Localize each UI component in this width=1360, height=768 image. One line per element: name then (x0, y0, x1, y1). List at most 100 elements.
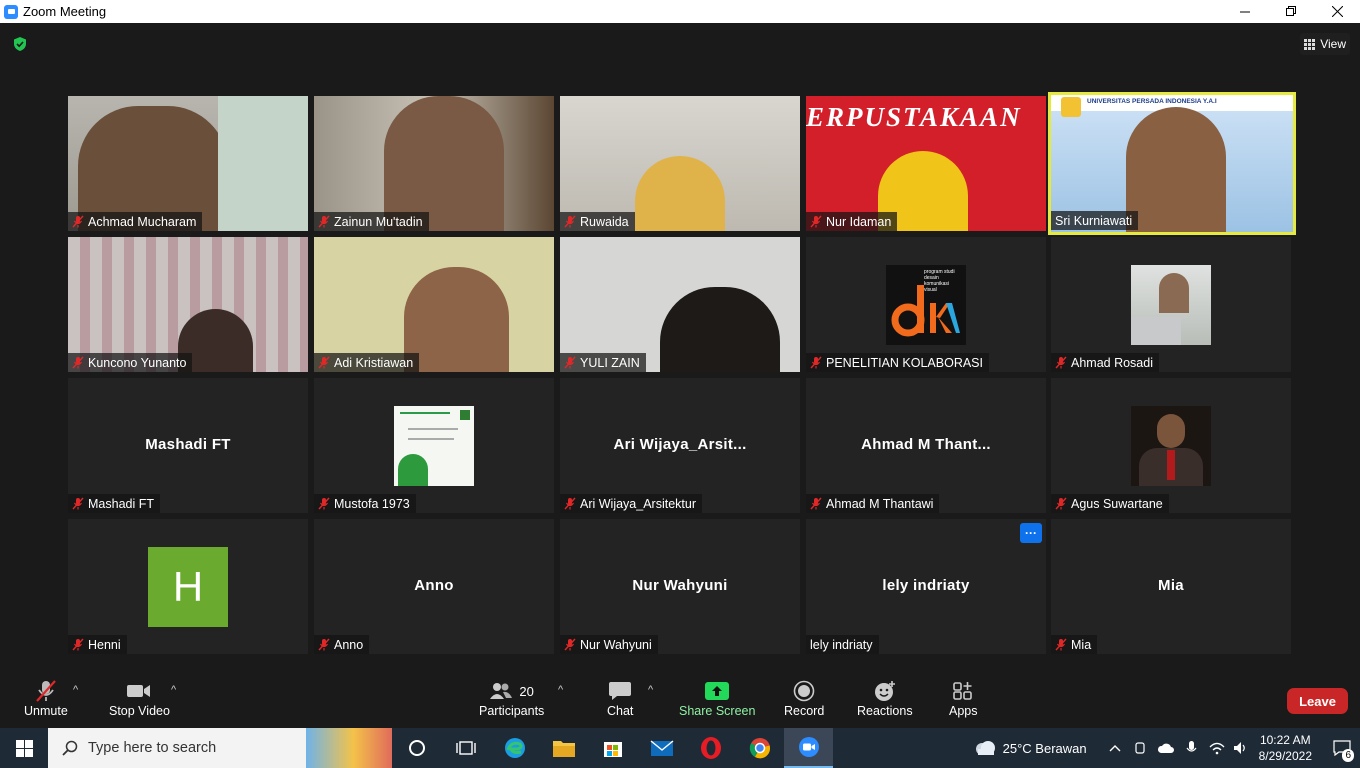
taskbar-clock[interactable]: 10:22 AM 8/29/2022 (1259, 732, 1312, 764)
store-icon (603, 742, 622, 757)
chat-options-chevron-icon[interactable]: ^ (648, 684, 653, 696)
video-options-chevron-icon[interactable]: ^ (171, 684, 176, 696)
name-tile[interactable]: Ahmad M Thant... Ahmad M Thantawi (806, 378, 1046, 513)
participant-name: Ahmad Rosadi (1071, 355, 1153, 370)
microsoft-store-taskbar-button[interactable] (588, 728, 637, 768)
dkv-logo-picture: program studi desain komunikasi visual (886, 265, 966, 345)
name-tile[interactable]: Ari Wijaya_Arsit... Ari Wijaya_Arsitektu… (560, 378, 800, 513)
wifi-icon[interactable] (1209, 741, 1225, 755)
windows-taskbar: Type here to search 25°C Berawan 10:22 A (0, 728, 1360, 768)
video-tile[interactable]: Kuncono Yunanto (68, 237, 308, 372)
zoom-taskbar-button[interactable] (784, 728, 833, 768)
cortana-button[interactable] (392, 728, 441, 768)
participant-name: Mashadi FT (88, 496, 154, 511)
mail-taskbar-button[interactable] (637, 728, 686, 768)
video-tile[interactable]: Adi Kristiawan (314, 237, 554, 372)
grid-icon (1304, 38, 1316, 50)
microphone-in-use-icon[interactable] (1185, 740, 1197, 756)
taskbar-search-box[interactable]: Type here to search (48, 728, 306, 768)
chat-icon (609, 682, 632, 700)
participant-name: Nur Wahyuni (580, 637, 652, 652)
search-placeholder: Type here to search (88, 740, 217, 756)
video-tile[interactable]: Achmad Mucharam (68, 96, 308, 231)
muted-mic-icon (564, 356, 576, 369)
name-tile[interactable]: ··· lely indriaty lely indriaty (806, 519, 1046, 654)
avatar-tile[interactable]: H Henni (68, 519, 308, 654)
notification-count-badge: 6 (1342, 749, 1354, 762)
name-tile[interactable]: Anno Anno (314, 519, 554, 654)
muted-mic-icon (72, 638, 84, 651)
participant-name: Ari Wijaya_Arsitektur (580, 496, 696, 511)
camera-in-use-icon[interactable] (1133, 741, 1147, 755)
video-tile[interactable]: Zainun Mu'tadin (314, 96, 554, 231)
task-view-icon (455, 741, 476, 755)
participant-name: Zainun Mu'tadin (334, 214, 423, 229)
profile-laptop (1131, 317, 1181, 345)
video-tile-active-speaker[interactable]: UNIVERSITAS PERSADA INDONESIA Y.A.I Sri … (1048, 92, 1296, 235)
task-view-button[interactable] (441, 728, 490, 768)
picture-tile[interactable]: Mustofa 1973 (314, 378, 554, 513)
chat-button[interactable]: Chat (607, 678, 633, 718)
participant-profile-picture (1131, 265, 1211, 345)
muted-mic-icon (810, 356, 822, 369)
picture-tile[interactable]: Ahmad Rosadi (1051, 237, 1291, 372)
onedrive-cloud-icon[interactable] (1157, 742, 1175, 754)
apps-button[interactable]: Apps (949, 678, 978, 718)
volume-speaker-icon[interactable] (1233, 741, 1249, 755)
participant-video (404, 267, 509, 372)
picture-tile[interactable]: Agus Suwartane (1051, 378, 1291, 513)
share-screen-button[interactable]: Share Screen (679, 678, 755, 718)
record-button[interactable]: Record (784, 678, 824, 718)
opera-taskbar-button[interactable] (686, 728, 735, 768)
clock-date: 8/29/2022 (1258, 749, 1312, 763)
video-tile[interactable]: Ruwaida (560, 96, 800, 231)
video-tile[interactable]: ERPUSTAKAAN Nur Idaman (806, 96, 1046, 231)
view-button[interactable]: View (1300, 33, 1350, 55)
weather-text[interactable]: 25°C Berawan (1003, 741, 1087, 756)
participants-button[interactable]: 20 Participants (479, 678, 544, 718)
flyer-line (408, 428, 458, 430)
profile-person (1159, 273, 1189, 313)
name-tile[interactable]: Mia Mia (1051, 519, 1291, 654)
university-logo-icon (1061, 97, 1081, 117)
close-button[interactable] (1314, 0, 1360, 23)
start-button[interactable] (0, 728, 48, 768)
participant-name: Nur Idaman (826, 214, 892, 229)
edge-browser-taskbar-button[interactable] (490, 728, 539, 768)
flyer-person (398, 454, 428, 486)
name-tile[interactable]: Nur Wahyuni Nur Wahyuni (560, 519, 800, 654)
reactions-smiley-icon (874, 681, 895, 701)
participant-nameplate: Ahmad M Thantawi (806, 494, 940, 513)
participants-options-chevron-icon[interactable]: ^ (558, 684, 563, 696)
notification-center-button[interactable]: 6 (1324, 728, 1360, 768)
stop-video-button[interactable]: Stop Video (109, 678, 170, 718)
muted-mic-icon (1055, 356, 1067, 369)
participant-nameplate: Mia (1051, 635, 1098, 654)
show-hidden-icons-chevron-icon[interactable] (1109, 744, 1121, 752)
minimize-button[interactable] (1222, 0, 1268, 23)
audio-options-chevron-icon[interactable]: ^ (73, 684, 78, 696)
participants-count: 20 (519, 683, 534, 699)
video-tile[interactable]: YULI ZAIN (560, 237, 800, 372)
participant-avatar: H (148, 547, 228, 627)
reactions-button[interactable]: Reactions (857, 678, 913, 718)
view-label: View (1320, 37, 1346, 51)
window-titlebar: Zoom Meeting (0, 0, 1360, 23)
muted-mic-icon (1055, 638, 1067, 651)
participant-display-name: Nur Wahyuni (632, 577, 728, 594)
picture-tile[interactable]: program studi desain komunikasi visual P… (806, 237, 1046, 372)
participant-display-name: Ahmad M Thant... (861, 436, 991, 453)
tile-more-options-button[interactable]: ··· (1020, 523, 1042, 543)
encryption-shield-icon[interactable] (12, 36, 28, 52)
unmute-button[interactable]: Unmute (24, 678, 68, 718)
leave-button[interactable]: Leave (1287, 688, 1348, 714)
file-explorer-taskbar-button[interactable] (539, 728, 588, 768)
name-tile[interactable]: Mashadi FT Mashadi FT (68, 378, 308, 513)
share-screen-icon (705, 682, 730, 700)
participant-video (660, 287, 780, 372)
unmute-label: Unmute (24, 704, 68, 718)
flyer-line (400, 412, 450, 414)
restore-button[interactable] (1268, 0, 1314, 23)
participant-nameplate: Nur Idaman (806, 212, 898, 231)
chrome-taskbar-button[interactable] (735, 728, 784, 768)
